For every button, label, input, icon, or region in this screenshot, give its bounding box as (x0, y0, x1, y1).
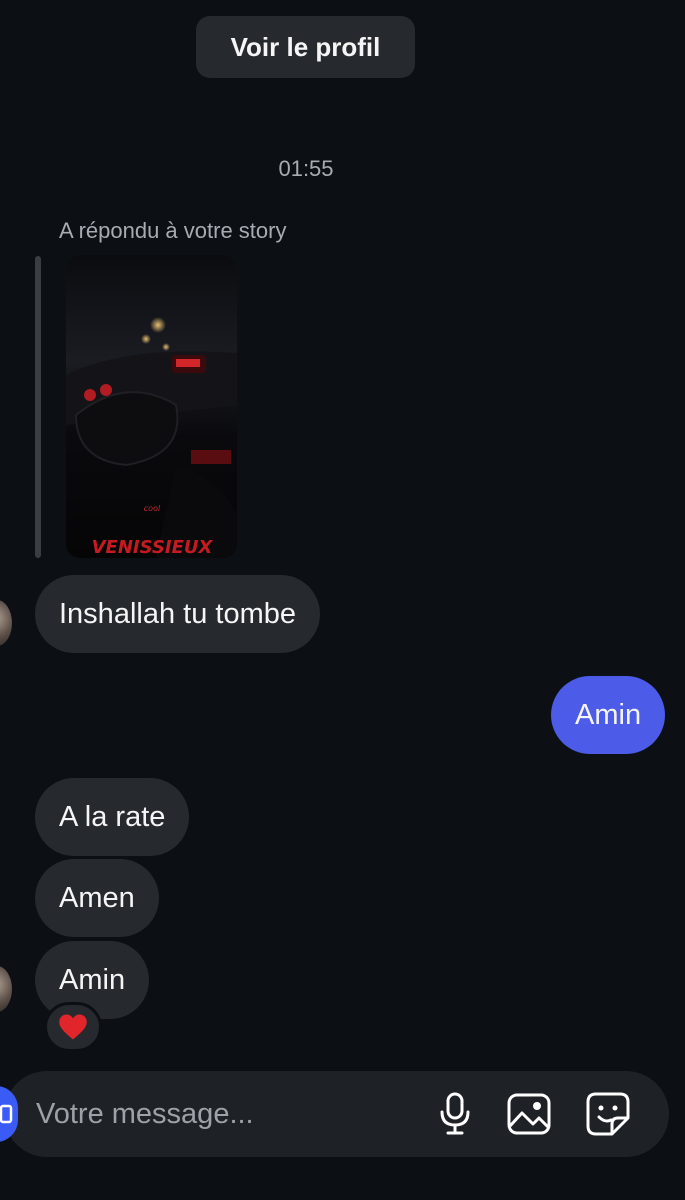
reply-indicator-bar (35, 256, 41, 558)
message-text: Amen (59, 881, 135, 914)
story-image: cool VENISSIEUX (66, 255, 237, 558)
message-bubble-incoming[interactable]: Inshallah tu tombe (35, 575, 320, 653)
message-text: Amin (59, 963, 126, 996)
message-text: Inshallah tu tombe (59, 597, 296, 630)
story-overlay-text: VENISSIEUX (92, 537, 214, 558)
message-bubble-incoming[interactable]: Amen (35, 859, 159, 937)
chat-screen: Voir le profil 01:55 A répondu à votre s… (0, 0, 685, 1200)
svg-text:cool: cool (144, 504, 161, 513)
story-thumbnail[interactable]: cool VENISSIEUX (66, 255, 237, 558)
camera-icon (0, 1104, 13, 1124)
gallery-icon (507, 1093, 551, 1135)
message-bubble-outgoing[interactable]: Amin (551, 676, 666, 754)
message-bubble-incoming[interactable]: A la rate (35, 778, 190, 856)
gallery-button[interactable] (505, 1090, 553, 1138)
microphone-icon (440, 1092, 470, 1135)
sender-avatar[interactable] (0, 600, 12, 646)
message-text: A la rate (59, 800, 166, 833)
sticker-button[interactable] (584, 1090, 632, 1138)
message-timestamp: 01:55 (278, 156, 334, 181)
sticker-icon (586, 1092, 630, 1136)
heart-icon (59, 1014, 87, 1040)
view-profile-button[interactable]: Voir le profil (196, 16, 415, 78)
message-text: Amin (575, 698, 642, 731)
heart-reaction[interactable] (44, 1002, 102, 1052)
story-reply-label: A répondu à votre story (59, 218, 287, 243)
sender-avatar[interactable] (0, 966, 12, 1012)
microphone-button[interactable] (431, 1090, 479, 1138)
message-input[interactable] (36, 1090, 416, 1138)
